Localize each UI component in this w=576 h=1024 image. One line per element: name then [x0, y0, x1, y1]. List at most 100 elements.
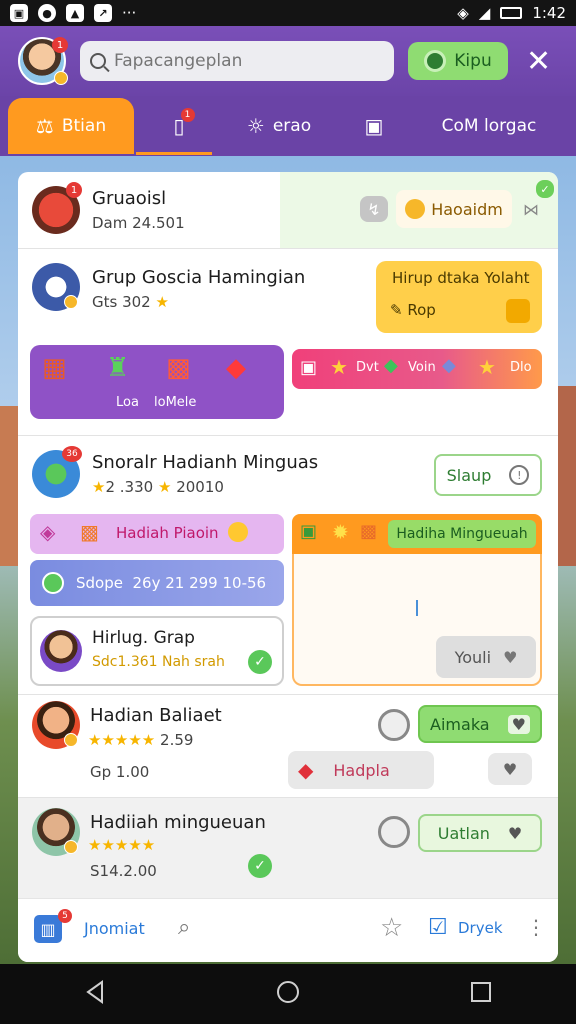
youli-label: Youli [454, 647, 492, 667]
list-item[interactable]: Grup Goscia Hamingian Gts 302 ★ Hirup dt… [18, 249, 558, 435]
more-icon[interactable]: ⋮ [526, 915, 546, 939]
tab-erao[interactable]: ☼ erao [224, 98, 334, 154]
tab-indicator [136, 152, 212, 155]
heart-icon: ♥ [507, 823, 523, 843]
group-card[interactable]: Hirlug. Grap Sdc1.361 Nah srah ✓ [30, 616, 284, 686]
heart-icon: ◈ [40, 520, 56, 544]
heart-icon: ♥ [503, 647, 518, 667]
gem-icon: ◆ [384, 355, 398, 376]
share-icon[interactable]: ⋈ [518, 196, 544, 222]
reward-card[interactable]: ▣ ✹ ▩ Hadiha Mingueuah [292, 514, 542, 554]
tile-label: Dvt [356, 360, 379, 375]
back-icon[interactable] [84, 980, 106, 1008]
tile-label: Dlo [510, 360, 532, 375]
gift-icon: ⚖ [35, 114, 54, 138]
pencil-icon: ✎ [390, 301, 403, 319]
check-icon: ✓ [248, 854, 272, 878]
reward-card[interactable]: ◈ ▩ Hadiah Piaoin [30, 514, 284, 554]
input-card[interactable]: Youli ♥ [292, 554, 542, 686]
item-subtitle: S14.2.00 [90, 862, 157, 880]
item-rating: ★★★★★ 2.59 [88, 731, 194, 749]
coin-icon [54, 71, 68, 85]
box-icon [506, 299, 530, 323]
recents-icon[interactable] [470, 981, 492, 1007]
jnomiat-link[interactable]: Jnomiat [84, 919, 145, 938]
aimaka-button[interactable]: Aimaka ♥ [418, 705, 542, 743]
settings-icon[interactable] [378, 709, 410, 741]
avatar [40, 630, 82, 672]
list-item[interactable]: Hadian Baliaet ★★★★★ 2.59 Gp 1.00 Aimaka… [18, 695, 558, 797]
tab-box[interactable]: ▣ [334, 98, 414, 154]
search-bar[interactable] [80, 41, 394, 81]
item-title: Snoralr Hadianh Minguas [92, 452, 319, 473]
card-label: Hadiah Piaoin [116, 524, 219, 542]
promo-action[interactable]: ✎ Rop [390, 301, 436, 319]
heart-icon: ♥ [507, 714, 530, 734]
system-nav-bar [0, 964, 576, 1024]
item-title: Grup Goscia Hamingian [92, 267, 306, 288]
sun-icon: ✹ [332, 520, 349, 544]
date-card[interactable]: Sdope 26y 21 299 10-56 [30, 560, 284, 606]
check-icon [42, 572, 64, 594]
reward-tiles-left[interactable]: ▦ ♜ ▩ ◆ Loa loMele [30, 345, 284, 419]
bottom-toolbar: ▥ 5 Jnomiat ⌕ ☆ ☑ Dryek ⋮ [18, 898, 558, 962]
kipu-button[interactable]: Kipu [408, 42, 508, 80]
notification-icon: ▣ [10, 4, 28, 22]
item-title: Hadiiah mingueuan [90, 812, 266, 833]
stats-icon[interactable]: ↯ [360, 196, 388, 222]
tab-btian[interactable]: ⚖ Btian [8, 98, 134, 154]
claim-button[interactable]: Haoaidm [396, 190, 512, 228]
gift-icon: ▩ [80, 520, 99, 544]
star-icon: ★ [330, 355, 348, 379]
uatlan-button[interactable]: Uatlan ♥ [418, 814, 542, 852]
tab-label: Btian [61, 116, 107, 136]
item-subtitle: ★2 .330 ★ 20010 [92, 478, 224, 496]
search-icon [90, 53, 106, 69]
settings-icon[interactable] [378, 816, 410, 848]
gem-icon: ◆ [226, 353, 246, 383]
promo-card[interactable]: Hirup dtaka Yolaht ✎ Rop [376, 261, 542, 333]
notification-badge: 1 [52, 37, 68, 53]
dryek-link[interactable]: Dryek [458, 919, 503, 937]
youli-button[interactable]: Youli ♥ [436, 636, 536, 678]
tile-label: Loa [116, 395, 139, 410]
search-input[interactable] [114, 51, 374, 71]
claim-label: Haoaidm [431, 199, 503, 219]
list-item[interactable]: Hadiiah mingueuan ★★★★★ S14.2.00 ✓ Uatla… [18, 798, 558, 898]
card-subtitle: Sdc1.361 Nah srah [92, 654, 225, 670]
close-icon[interactable]: ✕ [526, 44, 551, 79]
star-outline-icon[interactable]: ☆ [380, 913, 403, 943]
text-cursor [416, 600, 418, 616]
tab-com-lorgac[interactable]: CoM lorgac [414, 98, 564, 154]
item-subtitle: Gts 302 ★ [92, 293, 169, 311]
phone-icon: ▯ 1 [173, 108, 195, 138]
kipu-label: Kipu [454, 51, 492, 71]
home-icon[interactable] [275, 979, 301, 1009]
coin-icon [64, 733, 78, 747]
tab-phone[interactable]: ▯ 1 [134, 98, 224, 154]
sun-icon: ☼ [246, 114, 265, 138]
item-title: Hadian Baliaet [90, 705, 222, 726]
coin-icon [64, 295, 78, 309]
rating-stars: ★★★★★ [88, 836, 156, 854]
slaup-button[interactable]: Slaup ! [434, 454, 542, 496]
search-icon[interactable]: ⌕ [178, 915, 190, 940]
coin-icon [405, 199, 426, 219]
promo-title: Hirup dtaka Yolaht [392, 269, 530, 287]
list-item[interactable]: 36 Snoralr Hadianh Minguas ★2 .330 ★ 200… [18, 436, 558, 694]
message-icon: ● [38, 4, 56, 22]
potion-icon: ♜ [106, 353, 130, 383]
list-item[interactable]: 1 Gruaoisl Dam 24.501 ↯ Haoaidm ⋈ ✓ [18, 172, 558, 248]
hadpla-badge[interactable]: ◆ Hadpla [288, 751, 434, 789]
tile-label: loMele [154, 395, 197, 410]
main-panel: 1 Gruaoisl Dam 24.501 ↯ Haoaidm ⋈ ✓ Grup… [18, 172, 558, 962]
card-label: Sdope 26y 21 299 10-56 [76, 574, 267, 592]
check-box-icon[interactable]: ☑ [428, 915, 448, 940]
heart-icon[interactable]: ♥ [488, 753, 532, 785]
avatar[interactable]: 1 [18, 37, 68, 85]
rating-stars: ★★★★★ [88, 731, 156, 749]
wifi-icon: ◈ [457, 4, 469, 22]
card-label: Hadiha Mingueuah [388, 520, 536, 548]
reward-tiles-right[interactable]: ▣ ★ Dvt ◆ Voin ◆ ★ Dlo [292, 349, 542, 389]
tab-label: erao [272, 116, 312, 136]
